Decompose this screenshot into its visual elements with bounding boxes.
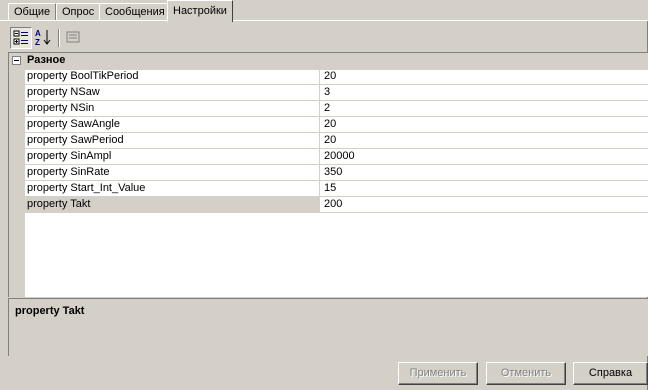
property-value[interactable]: 20 <box>321 69 648 84</box>
description-pane: property Takt <box>8 298 648 356</box>
property-name: property SinRate <box>25 165 320 180</box>
tab-polling[interactable]: Опрос <box>56 3 101 20</box>
property-value[interactable]: 200 <box>321 197 648 212</box>
tab-messages[interactable]: Сообщения <box>99 3 171 20</box>
property-value[interactable]: 20 <box>321 133 648 148</box>
property-grid: Разное property BoolTikPeriod 20 propert… <box>8 52 648 297</box>
property-grid-toolbar: A Z <box>8 26 640 50</box>
property-name: property NSaw <box>25 85 320 100</box>
sort-az-icon: A Z <box>35 29 51 47</box>
svg-text:A: A <box>35 29 41 38</box>
property-value[interactable]: 20000 <box>321 149 648 164</box>
property-row[interactable]: property SinAmpl 20000 <box>25 149 648 165</box>
apply-button[interactable]: Применить <box>398 362 478 385</box>
tab-general[interactable]: Общие <box>8 3 57 20</box>
description-title: property Takt <box>15 305 85 317</box>
alphabetical-sort-button[interactable]: A Z <box>33 27 55 49</box>
property-row[interactable]: property BoolTikPeriod 20 <box>25 69 648 85</box>
property-value[interactable]: 350 <box>321 165 648 180</box>
help-button[interactable]: Справка <box>573 362 648 385</box>
cancel-button[interactable]: Отменить <box>486 362 566 385</box>
category-row[interactable]: Разное <box>9 53 648 70</box>
property-pages-button[interactable] <box>63 27 85 49</box>
property-name: property SawPeriod <box>25 133 320 148</box>
property-value[interactable]: 2 <box>321 101 648 116</box>
property-name: property Start_Int_Value <box>25 181 320 196</box>
property-pages-icon <box>66 31 80 43</box>
property-name: property BoolTikPeriod <box>25 69 320 84</box>
category-label: Разное <box>27 54 66 66</box>
toolbar-separator <box>58 29 60 47</box>
property-value[interactable]: 3 <box>321 85 648 100</box>
tab-strip: Общие Опрос Сообщения Настройки <box>0 0 648 22</box>
grid-left-margin <box>9 69 25 297</box>
property-row[interactable]: property SinRate 350 <box>25 165 648 181</box>
property-row[interactable]: property NSaw 3 <box>25 85 648 101</box>
property-name: property SinAmpl <box>25 149 320 164</box>
categorized-view-button[interactable] <box>10 27 32 49</box>
property-value[interactable]: 15 <box>321 181 648 196</box>
tab-baseline <box>0 20 648 21</box>
property-row[interactable]: property Start_Int_Value 15 <box>25 181 648 197</box>
categorized-icon <box>13 30 28 45</box>
property-name: property NSin <box>25 101 320 116</box>
property-row-selected[interactable]: property Takt 200 <box>25 197 648 213</box>
property-name: property Takt <box>25 197 320 212</box>
property-row[interactable]: property SawAngle 20 <box>25 117 648 133</box>
property-name: property SawAngle <box>25 117 320 132</box>
property-row[interactable]: property SawPeriod 20 <box>25 133 648 149</box>
tab-settings[interactable]: Настройки <box>167 0 233 22</box>
svg-text:Z: Z <box>35 38 40 47</box>
property-value[interactable]: 20 <box>321 117 648 132</box>
property-row[interactable]: property NSin 2 <box>25 101 648 117</box>
collapse-icon[interactable] <box>12 56 21 65</box>
